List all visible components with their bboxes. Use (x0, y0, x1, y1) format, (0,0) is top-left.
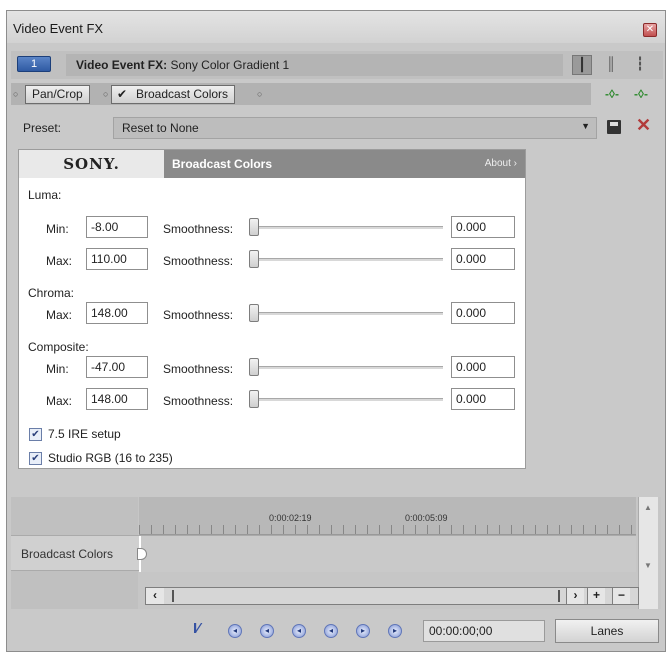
luma-max-smoothness-label: Smoothness: (163, 254, 234, 268)
scroll-down-icon[interactable]: ▼ (644, 561, 652, 570)
luma-max-slider-thumb[interactable] (249, 250, 259, 268)
sony-logo: SONY. (19, 150, 164, 178)
video-event-fx-window: Video Event FX ✕ 1 Video Event FX: Sony … (6, 10, 666, 652)
about-label: About (484, 158, 511, 169)
scroll-start-handle[interactable] (172, 590, 174, 602)
ire-setup-checkbox[interactable]: ✔ (29, 428, 42, 441)
ruler-tick-label: 0:00:02:19 (269, 513, 312, 523)
zoom-out-icon[interactable]: − (612, 588, 630, 604)
chroma-max-smoothness-label: Smoothness: (163, 308, 234, 322)
chroma-section-label: Chroma: (28, 286, 75, 300)
fx-label-value: Sony Color Gradient 1 (170, 58, 290, 72)
plugin-header: SONY. Broadcast Colors About › (19, 150, 525, 178)
chroma-max-smoothness-field[interactable]: 0.000 (451, 302, 515, 324)
preset-value: Reset to None (122, 121, 199, 135)
sync-cursor-icon[interactable]: I⁄ (193, 620, 200, 637)
luma-section-label: Luma: (28, 188, 62, 202)
composite-max-label: Max: (46, 394, 73, 408)
first-keyframe-icon[interactable]: ◂ (228, 624, 242, 638)
track-label: Broadcast Colors (21, 547, 114, 561)
ruler-ticks (139, 525, 636, 534)
time-ruler[interactable]: 0:00:02:19 0:00:05:09 (139, 497, 636, 535)
chain-item-broadcast-colors[interactable]: ✔ Broadcast Colors (111, 85, 236, 104)
window-title: Video Event FX (13, 21, 104, 36)
composite-min-field[interactable]: -47.00 (86, 356, 148, 378)
chain-connector-icon: ○ (103, 89, 109, 99)
preset-label: Preset: (23, 121, 62, 135)
composite-max-smoothness-label: Smoothness: (163, 394, 234, 408)
delete-preset-icon[interactable]: ✕ (636, 115, 651, 136)
plugin-chain-bar: ○ Pan/Crop ○ ✔ Broadcast Colors ○ (11, 83, 591, 105)
close-icon[interactable]: ✕ (643, 23, 657, 37)
luma-max-label: Max: (46, 254, 73, 268)
luma-min-field[interactable]: -8.00 (86, 216, 148, 238)
preset-dropdown[interactable]: Reset to None ▼ (113, 117, 597, 139)
luma-min-smoothness-field[interactable]: 0.000 (451, 216, 515, 238)
chain-start-icon: ○ (13, 89, 19, 99)
chain-end-icon: ○ (257, 89, 263, 99)
single-column-layout-icon[interactable]: ┃ (572, 55, 592, 75)
chroma-max-slider-thumb[interactable] (249, 304, 259, 322)
studio-rgb-label: Studio RGB (16 to 235) (48, 451, 173, 465)
prev-keyframe-icon[interactable]: ◂ (260, 624, 274, 638)
chain-item-label: Broadcast Colors (136, 87, 229, 101)
remove-plugin-icon[interactable]: -◊- (631, 85, 651, 103)
three-column-layout-icon[interactable]: ┇ (630, 55, 650, 75)
composite-min-label: Min: (46, 362, 69, 376)
plugin-check-icon[interactable]: ✔ (117, 87, 127, 102)
studio-rgb-checkbox[interactable]: ✔ (29, 452, 42, 465)
keyframe-timeline: 0:00:02:19 0:00:05:09 Broadcast Colors ▲… (11, 497, 661, 609)
luma-max-slider-track[interactable] (253, 258, 443, 261)
chevron-down-icon: ▼ (581, 121, 590, 131)
fx-header-bar: 1 Video Event FX: Sony Color Gradient 1 … (11, 51, 663, 79)
plugin-title: Broadcast Colors (172, 157, 273, 171)
scroll-left-icon[interactable]: ‹ (146, 588, 164, 604)
next-keyframe-icon[interactable]: ▸ (356, 624, 370, 638)
chroma-max-label: Max: (46, 308, 73, 322)
composite-max-field[interactable]: 148.00 (86, 388, 148, 410)
fx-label-prefix: Video Event FX: (76, 58, 168, 72)
about-link[interactable]: About › (485, 158, 517, 169)
luma-max-smoothness-field[interactable]: 0.000 (451, 248, 515, 270)
luma-min-slider-thumb[interactable] (249, 218, 259, 236)
save-preset-icon[interactable] (607, 120, 621, 134)
luma-min-smoothness-label: Smoothness: (163, 222, 234, 236)
chain-item-pan-crop[interactable]: Pan/Crop (25, 85, 90, 104)
zoom-in-icon[interactable]: + (587, 588, 605, 604)
scroll-end-handle[interactable] (558, 590, 560, 602)
plugin-panel: SONY. Broadcast Colors About › Luma: Min… (18, 149, 526, 469)
delete-keyframe-icon[interactable]: ◂ (324, 624, 338, 638)
plugin-chain-icon[interactable]: -◊- (602, 85, 622, 103)
composite-max-slider-thumb[interactable] (249, 390, 259, 408)
chroma-max-field[interactable]: 148.00 (86, 302, 148, 324)
composite-max-smoothness-field[interactable]: 0.000 (451, 388, 515, 410)
luma-max-field[interactable]: 110.00 (86, 248, 148, 270)
composite-section-label: Composite: (28, 340, 89, 354)
scroll-up-icon[interactable]: ▲ (644, 503, 652, 512)
composite-min-slider-thumb[interactable] (249, 358, 259, 376)
horizontal-scrollbar[interactable]: ‹ › + − (145, 587, 639, 605)
scroll-right-icon[interactable]: › (566, 588, 584, 604)
luma-min-slider-track[interactable] (253, 226, 443, 229)
composite-min-smoothness-label: Smoothness: (163, 362, 234, 376)
lanes-button[interactable]: Lanes (555, 619, 659, 643)
event-number-badge[interactable]: 1 (17, 56, 51, 72)
ruler-tick-label: 0:00:05:09 (405, 513, 448, 523)
keyframe-lane[interactable] (139, 536, 636, 572)
last-keyframe-icon[interactable]: ▸ (388, 624, 402, 638)
fx-label: Video Event FX: Sony Color Gradient 1 (66, 54, 563, 76)
add-keyframe-icon[interactable]: ◂ (292, 624, 306, 638)
two-column-layout-icon[interactable]: ║ (601, 55, 621, 75)
luma-min-label: Min: (46, 222, 69, 236)
timeline-track-row[interactable]: Broadcast Colors (11, 535, 636, 572)
composite-max-slider-track[interactable] (253, 398, 443, 401)
title-bar: Video Event FX ✕ (7, 11, 665, 43)
chroma-max-slider-track[interactable] (253, 312, 443, 315)
vertical-scrollbar[interactable]: ▲ ▼ (638, 497, 658, 609)
ire-setup-label: 7.5 IRE setup (48, 427, 121, 441)
composite-min-slider-track[interactable] (253, 366, 443, 369)
composite-min-smoothness-field[interactable]: 0.000 (451, 356, 515, 378)
timecode-field[interactable]: 00:00:00;00 (423, 620, 545, 642)
